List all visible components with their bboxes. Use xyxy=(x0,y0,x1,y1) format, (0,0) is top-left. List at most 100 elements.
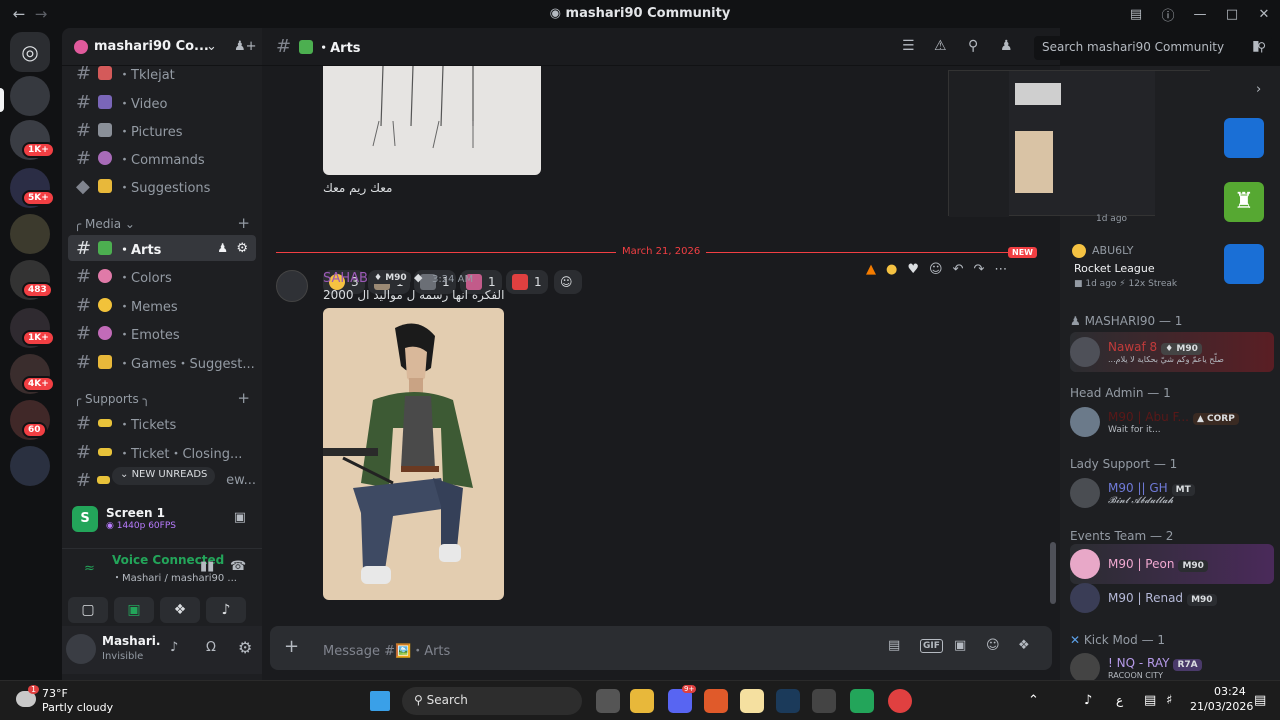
more-icon[interactable]: ⋯ xyxy=(994,262,1007,277)
add-reaction-icon[interactable]: ☺ xyxy=(929,262,943,277)
avatar[interactable] xyxy=(66,634,96,664)
channel-video[interactable]: # ・Video xyxy=(68,89,256,115)
chevron-right-icon[interactable]: › xyxy=(1256,82,1261,97)
message-composer[interactable]: + Message #🖼️・Arts ▤ GIF ▣ ☺ ❖ xyxy=(270,626,1052,670)
server-icon[interactable] xyxy=(10,76,50,116)
close-icon[interactable]: ✕ xyxy=(1248,7,1280,22)
gift-icon[interactable]: ▤ xyxy=(888,638,900,653)
forward-icon[interactable]: ↷ xyxy=(973,262,984,277)
app-icon[interactable] xyxy=(812,689,836,713)
gear-icon[interactable]: ⚙ xyxy=(236,241,248,256)
discord-home-icon[interactable]: ◎ xyxy=(10,32,50,72)
noise-suppression-icon[interactable]: ▮▮ xyxy=(200,559,214,574)
chrome-icon[interactable] xyxy=(888,689,912,713)
message-text: الفكره انها رسمه ل مواليد ال 2000 xyxy=(323,288,505,302)
reaction[interactable]: 1 xyxy=(506,270,548,294)
emoji-icon[interactable]: ☺ xyxy=(986,638,1000,653)
add-channel-icon[interactable]: + xyxy=(237,389,250,407)
channel-emotes[interactable]: # ・Emotes xyxy=(68,320,256,346)
channel-suggestions[interactable]: ◆ ・Suggestions xyxy=(68,173,256,199)
channel-pictures[interactable]: # ・Pictures xyxy=(68,117,256,143)
clock-date[interactable]: 21/03/2026 xyxy=(1190,700,1253,713)
author-name[interactable]: SAHAB xyxy=(323,271,368,286)
channel-commands[interactable]: # ・Commands xyxy=(68,145,256,171)
gear-icon[interactable]: ⚙ xyxy=(238,638,252,657)
weather-widget[interactable]: 1 73°F Partly cloudy xyxy=(12,685,122,717)
chevron-down-icon[interactable]: ⌄ xyxy=(206,39,217,54)
network-icon[interactable]: ▤ xyxy=(1144,693,1156,708)
channel-tickets[interactable]: # ・Tickets xyxy=(68,410,256,436)
channel-memes[interactable]: # ・Memes xyxy=(68,292,256,318)
maximize-icon[interactable]: □ xyxy=(1216,7,1248,22)
server-folder[interactable] xyxy=(10,446,50,486)
inbox-icon[interactable]: ▤ xyxy=(1120,7,1152,22)
notification-icon[interactable]: ▤ xyxy=(1254,693,1266,708)
app-icon[interactable] xyxy=(850,689,874,713)
microphone-icon[interactable]: ♪ xyxy=(170,640,178,655)
file-explorer-icon[interactable] xyxy=(630,689,654,713)
attachment-image[interactable] xyxy=(323,66,541,175)
stream-preview[interactable] xyxy=(948,70,1211,217)
pin-icon[interactable]: ⚲ xyxy=(968,38,978,54)
minimize-icon[interactable]: — xyxy=(1184,7,1216,22)
channel-colors[interactable]: # ・Colors xyxy=(68,263,256,289)
activities-button[interactable]: ❖ xyxy=(160,597,200,623)
channel-arts[interactable]: # ・Arts ♟ ⚙ xyxy=(68,235,256,261)
user-name[interactable]: Mashari. xyxy=(102,634,160,648)
chevron-up-icon[interactable]: ⌃ xyxy=(1028,693,1039,708)
soundboard-button[interactable]: ♪ xyxy=(206,597,246,623)
attachment-image[interactable] xyxy=(323,308,504,600)
disconnect-icon[interactable]: ☎ xyxy=(230,559,246,574)
stop-stream-icon[interactable]: ▣ xyxy=(234,510,246,525)
steam-icon[interactable] xyxy=(776,689,800,713)
avatar[interactable] xyxy=(276,270,308,302)
channel-games-suggest[interactable]: # ・Games・Suggest... xyxy=(68,349,256,375)
member-item[interactable]: M90 | Renad M90 xyxy=(1070,578,1274,618)
scrollbar[interactable] xyxy=(1050,542,1056,604)
task-view-icon[interactable] xyxy=(596,689,620,713)
clock-time[interactable]: 03:24 xyxy=(1214,685,1246,698)
fire-emoji-reaction[interactable]: ▲ xyxy=(866,262,876,277)
invite-icon[interactable]: ♟+ xyxy=(234,39,257,54)
notes-icon[interactable] xyxy=(740,689,764,713)
member-item[interactable]: M90 || GH MT 𝓑𝓲𝓷𝓽 𝓐𝓫𝓭𝓾𝓵𝓵𝓪𝓱 xyxy=(1070,473,1274,513)
message-input[interactable]: Message #🖼️・Arts xyxy=(323,640,450,659)
activity-card[interactable]: ABU6LY Rocket League ■ 1d ago ⚡ 12x Stre… xyxy=(1066,238,1274,294)
add-channel-icon[interactable]: + xyxy=(237,214,250,232)
channel-tklejat[interactable]: # ・Tklejat xyxy=(68,60,256,86)
add-reaction-button[interactable]: ☺ xyxy=(554,270,582,294)
taskbar-search[interactable]: ⚲ Search xyxy=(402,687,582,715)
new-unreads-pill[interactable]: ⌄ NEW UNREADS xyxy=(112,467,216,485)
search-input[interactable]: Search mashari90 Community ⚲ xyxy=(1034,36,1272,60)
headphones-icon[interactable]: Ω xyxy=(206,640,216,655)
reply-icon[interactable]: ↶ xyxy=(953,262,964,277)
category-supports[interactable]: ╭ Supports ╮ xyxy=(74,392,150,406)
member-item[interactable]: M90 | Abu F... ▲ CORP Wait for it... xyxy=(1070,402,1274,442)
screen-share-button[interactable]: ▣ xyxy=(114,597,154,623)
apps-icon[interactable]: ❖ xyxy=(1018,638,1030,653)
message-list: معك ريم معك 3 1 1 1 1 ☺ March 21, 2026 N… xyxy=(262,66,1060,680)
notification-bell-icon[interactable]: ⚠ xyxy=(934,38,947,54)
language-indicator[interactable]: ع xyxy=(1116,693,1123,707)
sticker-icon[interactable]: ▣ xyxy=(954,638,966,653)
channel-ticket-closing[interactable]: # ・Ticket・Closing... xyxy=(68,439,256,465)
channel-label: ew... xyxy=(226,472,256,488)
inbox-icon[interactable]: ▮ xyxy=(1252,38,1260,54)
voice-channel[interactable]: ・Mashari / mashari90 ... xyxy=(112,569,237,584)
help-icon[interactable]: ⓘ xyxy=(1152,5,1184,24)
mic-icon[interactable]: ♪ xyxy=(1084,693,1092,708)
brave-icon[interactable] xyxy=(704,689,728,713)
heart-emoji-reaction[interactable]: ♥ xyxy=(907,262,919,277)
start-icon[interactable] xyxy=(370,691,390,711)
member-list-icon[interactable]: ♟ xyxy=(1000,38,1013,54)
member-item[interactable]: Nawaf 8 ♦ M90 ...صلّح ياعمّ وكم شيّ بحكاية… xyxy=(1070,332,1274,372)
category-media[interactable]: ╭ Media ⌄ xyxy=(74,217,135,231)
volume-icon[interactable]: ♯ xyxy=(1166,693,1172,708)
camera-off-button[interactable]: ▢ xyxy=(68,597,108,623)
face-emoji-reaction[interactable]: ● xyxy=(886,262,897,277)
server-folder[interactable] xyxy=(10,214,50,254)
threads-icon[interactable]: ☰ xyxy=(902,38,915,54)
plus-icon[interactable]: + xyxy=(284,636,299,657)
invite-icon[interactable]: ♟ xyxy=(217,241,228,255)
gif-icon[interactable]: GIF xyxy=(920,639,943,653)
